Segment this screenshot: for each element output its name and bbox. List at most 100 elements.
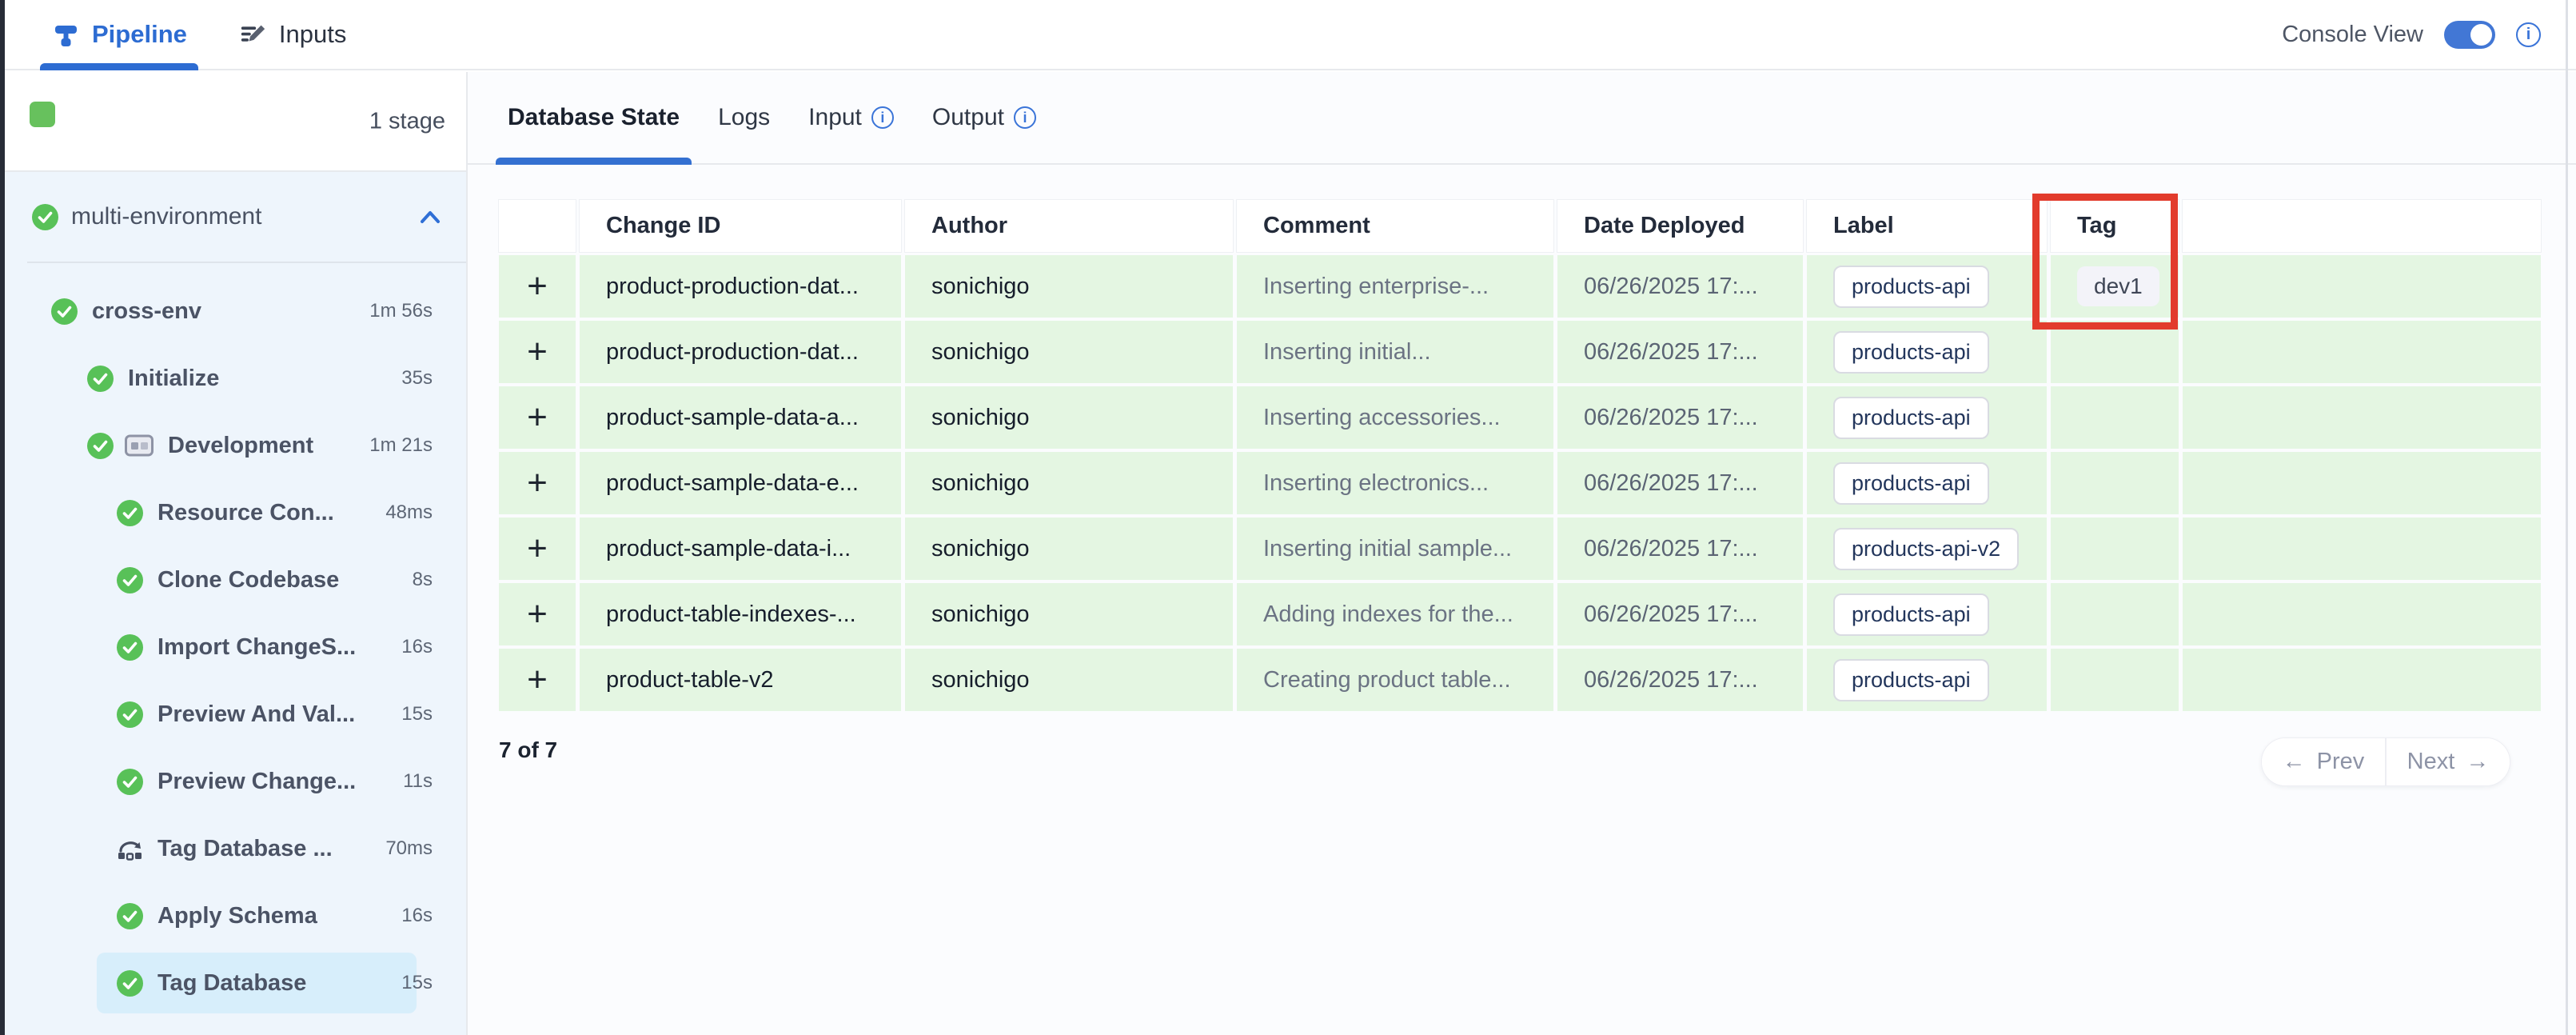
tree-item-duration: 1m 56s [369, 300, 433, 322]
cell-tag [2051, 452, 2179, 514]
table-row-expander[interactable]: + [499, 583, 576, 645]
cell-label: products-api [1807, 452, 2047, 514]
tab-output[interactable]: Output i [932, 72, 1036, 163]
table-row-expander[interactable]: + [499, 255, 576, 318]
skipped-step-icon [117, 836, 143, 862]
tree-item-label: Tag Database ... [158, 836, 333, 862]
environment-card-icon [125, 434, 154, 457]
pipeline-tree: multi-environment cross-env 1m 56s Initi… [5, 172, 466, 1035]
next-label: Next [2407, 749, 2455, 775]
cell-date-deployed: 06/26/2025 17:... [1557, 321, 1803, 383]
cell-label: products-api [1807, 255, 2047, 318]
cell-tag [2051, 583, 2179, 645]
check-circle-icon [117, 970, 143, 997]
chevron-up-icon[interactable] [418, 208, 442, 226]
console-view-toggle[interactable] [2444, 21, 2495, 49]
cell-change-id: product-sample-data-e... [580, 452, 901, 514]
cell-author: sonichigo [905, 649, 1233, 711]
header-author: Author [905, 200, 1233, 252]
tree-item-duration: 8s [413, 569, 433, 591]
label-badge: products-api-v2 [1833, 528, 2019, 570]
tab-inputs-label: Inputs [279, 20, 346, 49]
tree-item-preview-and-validate[interactable]: Preview And Val... 15s [5, 681, 466, 748]
tree-item-label: Resource Con... [158, 500, 334, 526]
tree-item-duration: 11s [403, 770, 433, 793]
tree-item-duration: 48ms [385, 502, 433, 524]
tree-item-label: Initialize [128, 366, 219, 392]
cell-author: sonichigo [905, 321, 1233, 383]
prev-label: Prev [2317, 749, 2365, 775]
next-page-button[interactable]: Next → [2387, 738, 2510, 785]
label-badge: products-api [1833, 331, 1989, 374]
tab-database-state[interactable]: Database State [508, 72, 680, 163]
tag-chip: dev1 [2077, 266, 2159, 306]
tree-item-clone-codebase[interactable]: Clone Codebase 8s [5, 546, 466, 613]
detail-tabs: Database State Logs Input i Output i [468, 72, 2576, 165]
table-row-expander[interactable]: + [499, 321, 576, 383]
tab-logs[interactable]: Logs [718, 72, 770, 163]
active-tab-underline [40, 63, 198, 70]
tree-item-tag-database-selected[interactable]: Tag Database 15s [5, 949, 466, 1017]
database-state-table: Change ID Author Comment Date Deployed L… [499, 200, 2541, 711]
cell-author: sonichigo [905, 518, 1233, 580]
tab-pipeline[interactable]: Pipeline [53, 0, 187, 69]
header-expander [499, 200, 576, 252]
cell-comment: Creating product table... [1237, 649, 1553, 711]
table-row-expander[interactable]: + [499, 649, 576, 711]
check-circle-icon [117, 769, 143, 795]
prev-page-button[interactable]: ← Prev [2262, 738, 2385, 785]
cell-tag [2051, 649, 2179, 711]
tree-item-apply-schema[interactable]: Apply Schema 16s [5, 882, 466, 949]
tree-root-multi-environment[interactable]: multi-environment [5, 172, 466, 262]
tree-item-label: Clone Codebase [158, 567, 339, 593]
tree-item-import-changesets[interactable]: Import ChangeS... 16s [5, 613, 466, 681]
cell-label: products-api [1807, 649, 2047, 711]
cell-spacer [2183, 649, 2541, 711]
table-row-expander[interactable]: + [499, 452, 576, 514]
tree-item-duration: 1m 21s [369, 434, 433, 457]
check-circle-icon [51, 298, 78, 325]
cell-change-id: product-sample-data-a... [580, 386, 901, 449]
tree-item-duration: 15s [401, 972, 433, 994]
tree-item-label: Development [168, 433, 313, 459]
cell-author: sonichigo [905, 452, 1233, 514]
tree-item-development[interactable]: Development 1m 21s [5, 412, 466, 479]
check-circle-icon [32, 204, 58, 230]
cell-tag [2051, 321, 2179, 383]
cell-author: sonichigo [905, 386, 1233, 449]
row-count-label: 7 of 7 [499, 737, 557, 763]
header-comment: Comment [1237, 200, 1553, 252]
cell-author: sonichigo [905, 255, 1233, 318]
cell-spacer [2183, 386, 2541, 449]
tree-item-resource-con[interactable]: Resource Con... 48ms [5, 479, 466, 546]
tree-root-label: multi-environment [71, 203, 261, 230]
top-bar: Pipeline Inputs Console View i [5, 0, 2576, 70]
tab-input[interactable]: Input i [808, 72, 894, 163]
stage-count-label: 1 stage [369, 108, 445, 134]
tree-item-preview-changes[interactable]: Preview Change... 11s [5, 748, 466, 815]
table-row-expander[interactable]: + [499, 518, 576, 580]
tab-pipeline-label: Pipeline [92, 20, 187, 49]
inputs-icon [240, 22, 266, 48]
cell-spacer [2183, 518, 2541, 580]
tab-label: Database State [508, 104, 680, 131]
console-info-icon[interactable]: i [2516, 22, 2541, 47]
cell-date-deployed: 06/26/2025 17:... [1557, 583, 1803, 645]
header-label: Label [1807, 200, 2047, 252]
header-change-id: Change ID [580, 200, 901, 252]
cell-change-id: product-table-indexes-... [580, 583, 901, 645]
header-tag: Tag [2051, 200, 2179, 252]
input-info-icon[interactable]: i [871, 106, 894, 129]
check-circle-icon [117, 500, 143, 526]
output-info-icon[interactable]: i [1014, 106, 1036, 129]
cell-tag: dev1 [2051, 255, 2179, 318]
tree-item-tag-database-skipped[interactable]: Tag Database ... 70ms [5, 815, 466, 882]
tab-inputs[interactable]: Inputs [240, 0, 346, 69]
cell-label: products-api-v2 [1807, 518, 2047, 580]
active-tab-underline [496, 158, 692, 165]
tree-item-cross-env[interactable]: cross-env 1m 56s [5, 278, 466, 345]
tree-item-label: cross-env [92, 298, 201, 325]
table-row-expander[interactable]: + [499, 386, 576, 449]
tree-item-duration: 35s [401, 367, 433, 390]
tree-item-initialize[interactable]: Initialize 35s [5, 345, 466, 412]
